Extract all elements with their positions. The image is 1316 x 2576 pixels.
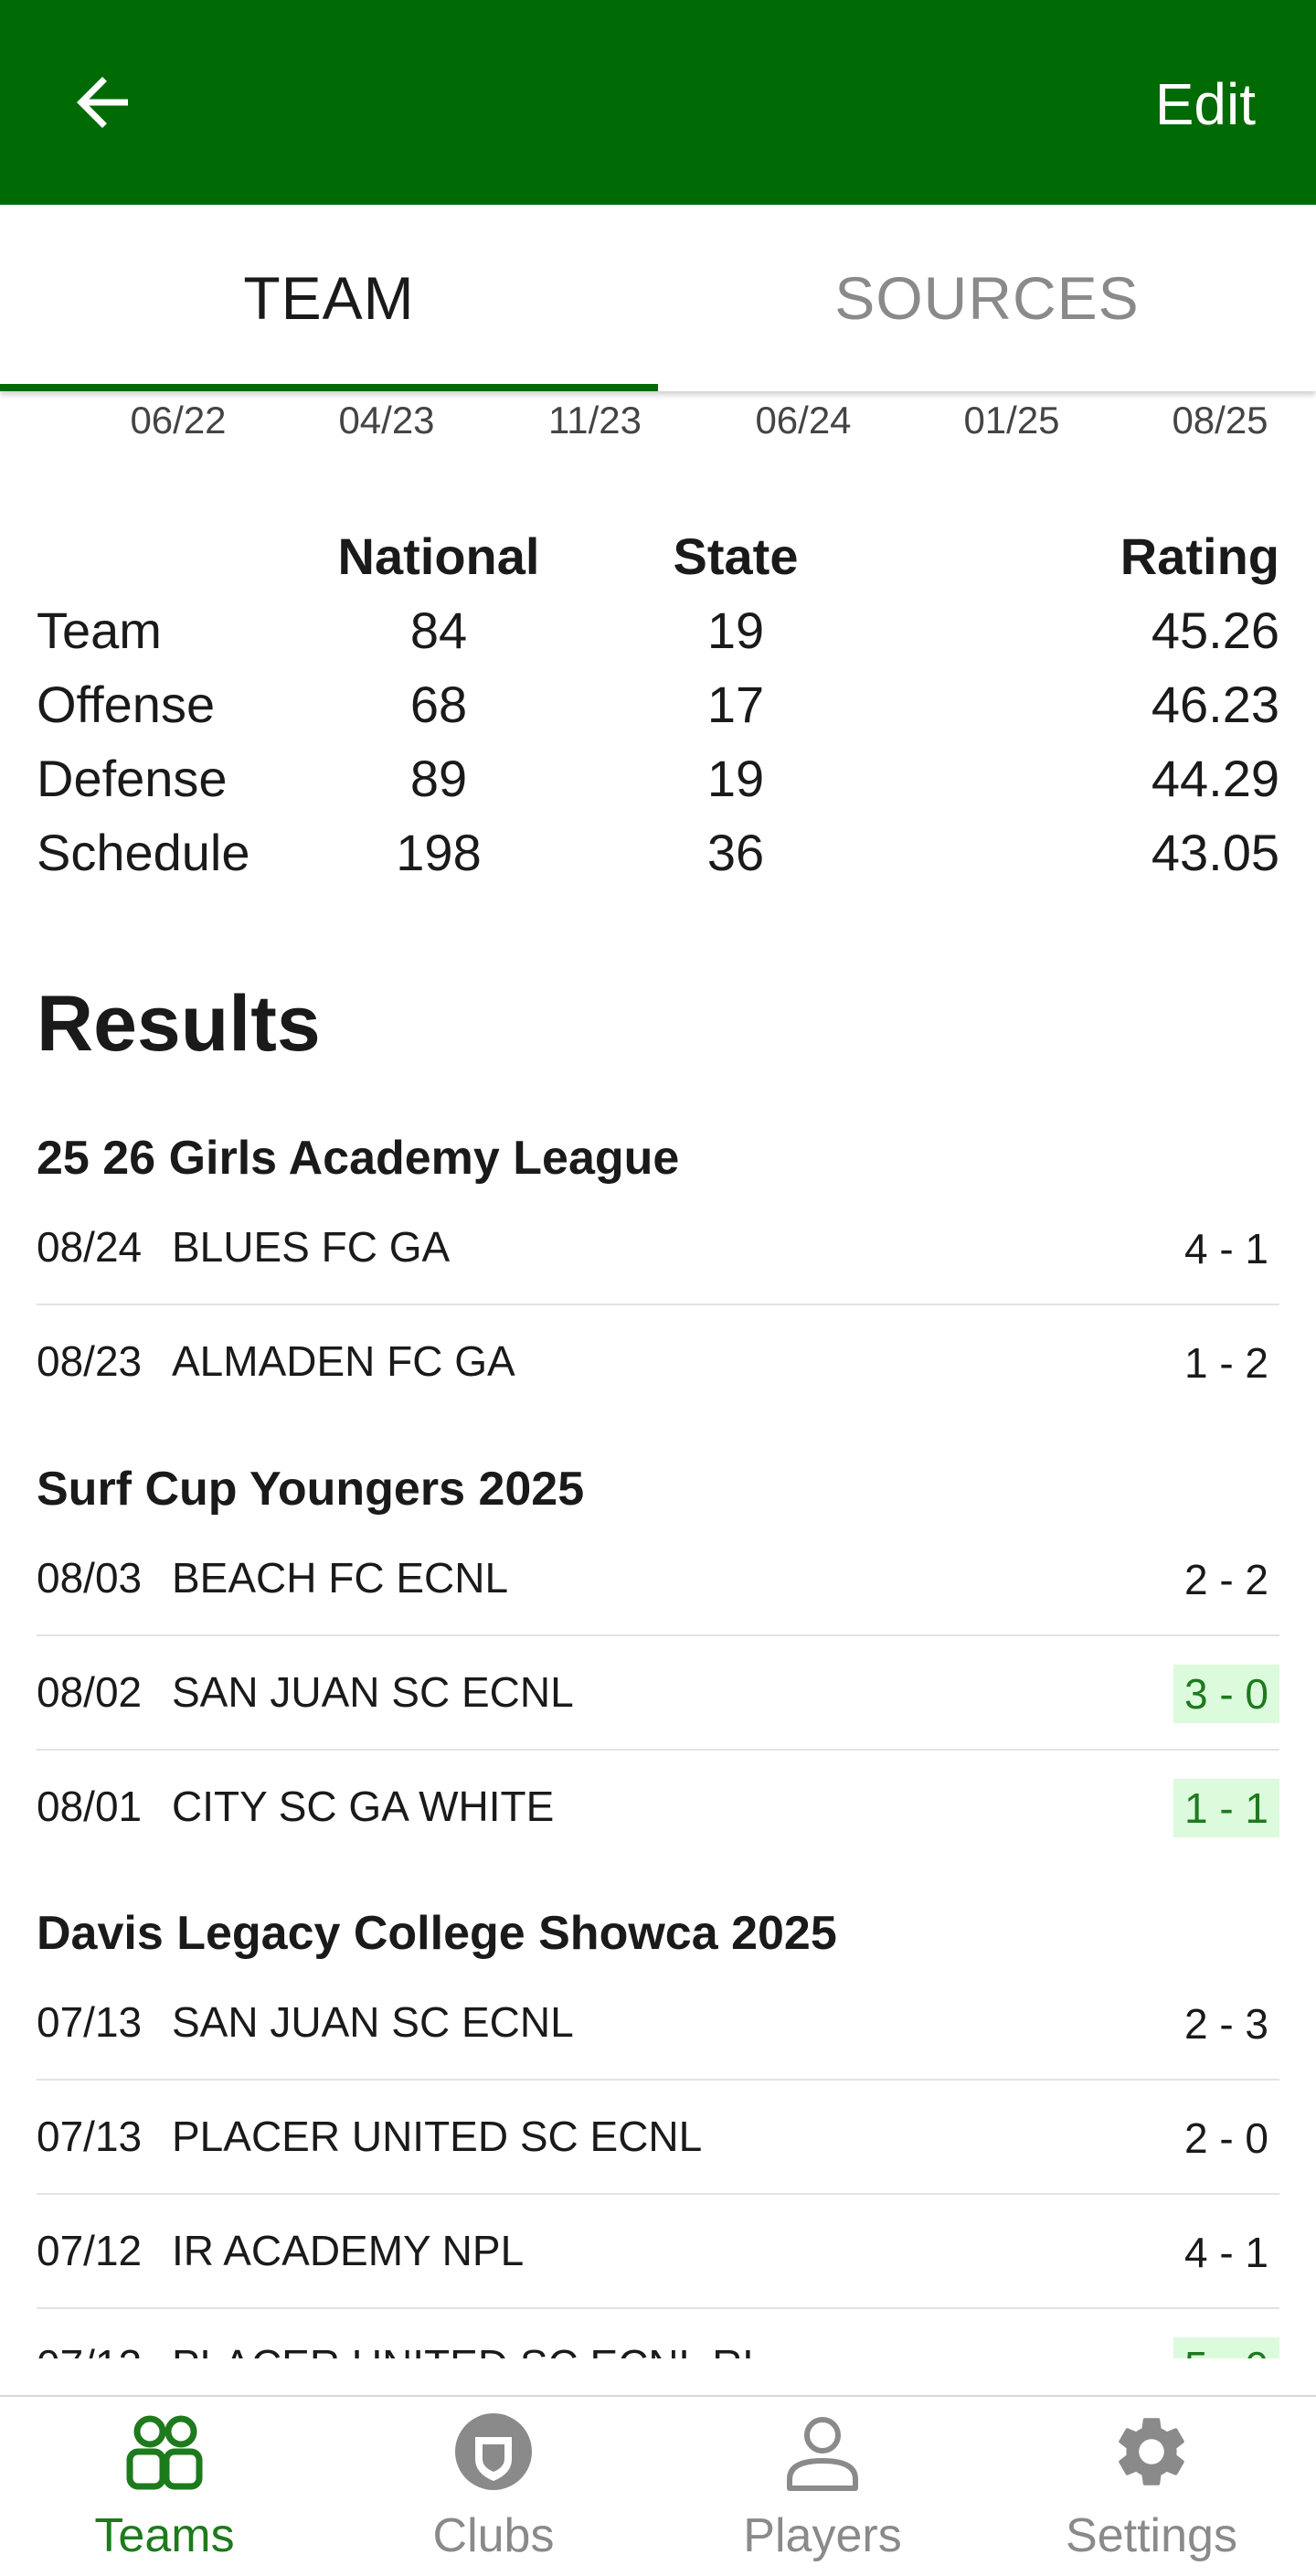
game-opponent: ALMADEN FC GA: [172, 1337, 515, 1385]
row-label: Team: [37, 601, 162, 659]
game-row[interactable]: 08/01 CITY SC GA WHITE 1 - 1: [37, 1750, 1279, 1863]
rankings-row-schedule: Schedule 198 36 43.05: [37, 815, 1279, 889]
national-rank: 89: [409, 750, 468, 807]
game-score: 4 - 1: [1183, 2229, 1268, 2276]
game-row[interactable]: 07/13 PLACER UNITED SC ECNL 2 - 0: [37, 2080, 1279, 2195]
axis-tick-label: 11/23: [548, 399, 642, 442]
game-row[interactable]: 07/13 SAN JUAN SC ECNL 2 - 3: [37, 1965, 1279, 2081]
national-rank: 68: [409, 676, 468, 733]
axis-tick-label: 06/22: [130, 399, 227, 442]
chart-x-axis: 06/22 04/23 11/23 06/24 01/25 08/25: [0, 401, 1316, 446]
rating-value: 44.29: [1151, 750, 1279, 807]
event-title: 25 26 Girls Academy League: [37, 1132, 680, 1185]
rankings-header-row: National State Rating: [37, 519, 1279, 593]
game-score: 2 - 0: [1183, 2114, 1268, 2162]
team-content[interactable]: 06/22 04/23 11/23 06/24 01/25 08/25 Nati…: [0, 391, 1316, 2358]
game-date: 08/03: [37, 1554, 143, 1602]
event-title: Davis Legacy College Showca 2025: [37, 1907, 837, 1960]
game-row[interactable]: 08/02 SAN JUAN SC ECNL 3 - 0: [37, 1635, 1279, 1751]
state-header: State: [673, 527, 799, 585]
game-score: 2 - 2: [1183, 1556, 1268, 1603]
game-date: 07/12: [37, 2308, 142, 2358]
game-date: 07/12: [37, 2227, 143, 2274]
nav-players[interactable]: Players: [658, 2397, 987, 2576]
game-score: 1 - 2: [1183, 1339, 1268, 1387]
rankings-row-defense: Defense 89 19 44.29: [37, 741, 1279, 815]
row-label: Schedule: [37, 824, 250, 881]
game-score: 3 - 0: [1173, 1665, 1279, 1723]
edit-button[interactable]: Edit: [1155, 66, 1256, 143]
rating-value: 46.23: [1151, 676, 1279, 733]
game-opponent: SAN JUAN SC ECNL: [172, 1668, 574, 1716]
game-row[interactable]: 08/23 ALMADEN FC GA 1 - 2: [37, 1304, 1279, 1418]
game-score: 5 - 0: [1173, 2337, 1279, 2358]
game-row[interactable]: 08/03 BEACH FC ECNL 2 - 2: [37, 1521, 1279, 1636]
game-row[interactable]: 08/24 BLUES FC GA 4 - 1: [37, 1190, 1279, 1305]
nav-teams[interactable]: Teams: [0, 2397, 329, 2576]
axis-tick-label: 08/25: [1172, 399, 1268, 442]
event-title: Surf Cup Youngers 2025: [37, 1463, 585, 1516]
game-opponent: PLACER UNITED SC ECNL RL: [172, 2308, 766, 2358]
rating-header: Rating: [1120, 527, 1279, 585]
game-date: 08/23: [37, 1337, 143, 1385]
state-rank: 17: [706, 676, 765, 733]
active-tab-indicator: [0, 384, 658, 391]
nav-clubs[interactable]: Clubs: [329, 2397, 658, 2576]
rankings-row-team: Team 84 19 45.26: [37, 593, 1279, 667]
state-rank: 36: [706, 824, 765, 881]
axis-tick-label: 06/24: [755, 399, 852, 442]
game-date: 07/13: [37, 1998, 143, 2046]
game-date: 08/24: [37, 1223, 143, 1271]
nav-label: Players: [743, 2509, 902, 2562]
axis-tick-label: 04/23: [338, 399, 435, 442]
game-date: 08/02: [37, 1668, 143, 1716]
settings-icon: [1119, 2418, 1184, 2486]
game-opponent: SAN JUAN SC ECNL: [172, 1998, 574, 2046]
rating-value: 43.05: [1151, 824, 1279, 881]
row-label: Offense: [37, 676, 216, 733]
game-score: 4 - 1: [1183, 1225, 1268, 1272]
game-row[interactable]: 07/12 PLACER UNITED SC ECNL RL 5 - 0: [37, 2308, 1279, 2358]
tab-team[interactable]: TEAM: [0, 205, 658, 391]
state-rank: 19: [706, 750, 765, 807]
nav-label: Clubs: [432, 2509, 555, 2562]
row-label: Defense: [37, 750, 228, 807]
game-opponent: IR ACADEMY NPL: [172, 2227, 525, 2274]
national-rank: 84: [409, 601, 468, 659]
game-score: 2 - 3: [1183, 2000, 1268, 2048]
game-opponent: BEACH FC ECNL: [172, 1554, 509, 1602]
nav-label: Settings: [1066, 2509, 1237, 2562]
bottom-navigation: Teams Clubs Players Settings: [0, 2395, 1316, 2576]
national-header: National: [337, 527, 540, 585]
state-rank: 19: [706, 601, 765, 659]
app-bar: Edit: [0, 0, 1316, 205]
game-date: 07/13: [37, 2113, 143, 2160]
arrow-left-icon[interactable]: [64, 64, 141, 141]
axis-tick-label: 01/25: [963, 399, 1060, 442]
nav-label: Teams: [94, 2509, 235, 2562]
tab-bar: TEAM SOURCES: [0, 205, 1316, 391]
game-score: 1 - 1: [1173, 1779, 1279, 1837]
players-icon: [787, 2417, 858, 2491]
game-row[interactable]: 07/12 IR ACADEMY NPL 4 - 1: [37, 2194, 1279, 2309]
rankings-table: National State Rating Team 84 19 45.26 O…: [37, 519, 1279, 889]
rankings-row-offense: Offense 68 17 46.23: [37, 667, 1279, 741]
game-opponent: CITY SC GA WHITE: [172, 1783, 555, 1830]
game-opponent: PLACER UNITED SC ECNL: [172, 2113, 703, 2160]
rating-value: 45.26: [1151, 601, 1279, 659]
game-opponent: BLUES FC GA: [172, 1223, 451, 1271]
teams-icon: [126, 2415, 203, 2490]
nav-settings[interactable]: Settings: [987, 2397, 1316, 2576]
clubs-icon: [455, 2413, 532, 2490]
results-heading: Results: [37, 980, 321, 1068]
national-rank: 198: [396, 824, 482, 881]
game-date: 08/01: [37, 1783, 143, 1830]
tab-sources[interactable]: SOURCES: [658, 205, 1316, 391]
